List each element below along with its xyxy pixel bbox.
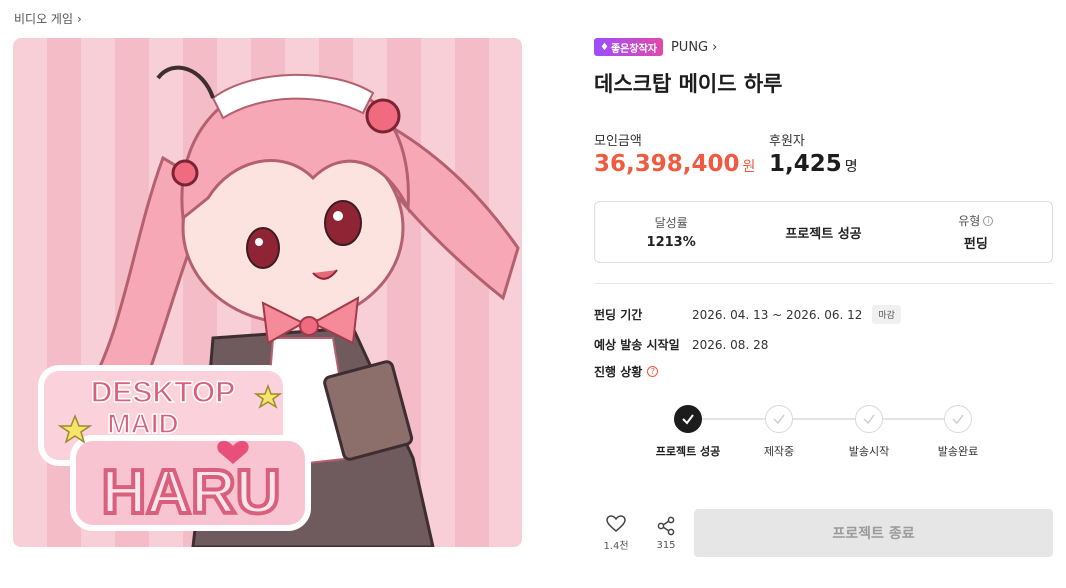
breadcrumb-category[interactable]: 비디오 게임 — [14, 10, 73, 27]
step-label: 제작중 — [763, 445, 795, 458]
ship-value: 2026. 08. 28 — [692, 337, 769, 352]
step-label: 발송시작 — [848, 445, 890, 458]
share-button[interactable]: 315 — [644, 516, 688, 551]
step-production: 제작중 — [734, 405, 824, 459]
project-title: 데스크탑 메이드 하루 — [594, 72, 783, 96]
check-icon — [855, 405, 883, 433]
raised-value: 36,398,400 — [594, 151, 740, 177]
good-creator-badge: ♦ 좋은창작자 — [594, 38, 663, 56]
project-status: 프로젝트 성공 — [747, 202, 899, 262]
backers-count: 1,425 명 — [769, 151, 858, 177]
step-label: 발송완료 — [937, 445, 979, 458]
heart-icon[interactable] — [606, 514, 626, 533]
backers-label: 후원자 — [769, 134, 805, 149]
rate-label: 달성률 — [654, 216, 688, 230]
logo-line1: DESKTOP — [91, 376, 235, 409]
step-shipping-done: 발송완료 — [913, 405, 1003, 459]
check-icon — [944, 405, 972, 433]
raised-label: 모인금액 — [594, 134, 642, 149]
share-count: 315 — [656, 539, 676, 551]
project-type: 유형 i 펀딩 — [900, 202, 1052, 262]
diamond-icon: ♦ — [600, 41, 609, 53]
check-icon — [674, 405, 702, 433]
closed-badge: 마감 — [872, 305, 901, 324]
step-success: 프로젝트 성공 — [643, 405, 733, 459]
share-icon[interactable] — [656, 516, 676, 536]
backers-value: 1,425 — [769, 151, 842, 177]
chevron-right-icon: › — [712, 39, 718, 55]
check-icon — [765, 405, 793, 433]
backers-unit: 명 — [844, 159, 858, 175]
chevron-right-icon: › — [77, 11, 82, 26]
ship-label: 예상 발송 시작일 — [594, 338, 680, 352]
like-button[interactable]: 1.4천 — [594, 514, 638, 552]
logo-line3: HARU — [101, 458, 280, 527]
raised-amount: 36,398,400 원 — [594, 151, 755, 177]
type-value: 펀딩 — [963, 237, 988, 252]
breadcrumb[interactable]: 비디오 게임 › — [14, 10, 82, 27]
progress-tracker: 프로젝트 성공 제작중 발송시작 발송완료 — [644, 405, 1024, 465]
maid-illustration: DESKTOP MAID HARU — [38, 65, 520, 547]
creator-name[interactable]: PUNG — [671, 40, 708, 55]
type-label-wrap: 유형 i — [958, 212, 994, 229]
period-value: 2026. 04. 13 ~ 2026. 06. 12 — [692, 307, 863, 322]
funding-period-row: 펀딩 기간 2026. 04. 13 ~ 2026. 06. 12 마감 — [594, 305, 901, 324]
rate-value: 1213% — [646, 235, 696, 250]
project-ended-button[interactable]: 프로젝트 종료 — [694, 509, 1053, 557]
progress-label: 진행 상황 — [594, 365, 643, 379]
badge-label: 좋은창작자 — [610, 43, 657, 55]
project-artwork: DESKTOP MAID HARU — [13, 38, 522, 547]
progress-status-row: 진행 상황 ? — [594, 363, 659, 380]
info-icon[interactable]: i — [983, 215, 994, 226]
ship-date-row: 예상 발송 시작일 2026. 08. 28 — [594, 336, 768, 353]
divider — [594, 283, 1053, 284]
step-shipping-start: 발송시작 — [824, 405, 914, 459]
like-count: 1.4천 — [603, 540, 629, 552]
step-label: 프로젝트 성공 — [655, 445, 721, 458]
action-bar: 1.4천 315 프로젝트 종료 — [594, 509, 1053, 557]
logo-line2: MAID — [107, 408, 179, 439]
creator-row: ♦ 좋은창작자 PUNG › — [594, 38, 717, 56]
summary-box: 달성률 1213% 프로젝트 성공 유형 i 펀딩 — [594, 201, 1053, 263]
raised-unit: 원 — [742, 159, 756, 175]
help-icon[interactable]: ? — [647, 366, 659, 377]
type-label: 유형 — [958, 214, 981, 228]
creator-link[interactable]: PUNG › — [671, 40, 717, 55]
period-label: 펀딩 기간 — [594, 308, 643, 322]
achievement-rate: 달성률 1213% — [595, 202, 747, 262]
status-value: 프로젝트 성공 — [785, 226, 862, 242]
